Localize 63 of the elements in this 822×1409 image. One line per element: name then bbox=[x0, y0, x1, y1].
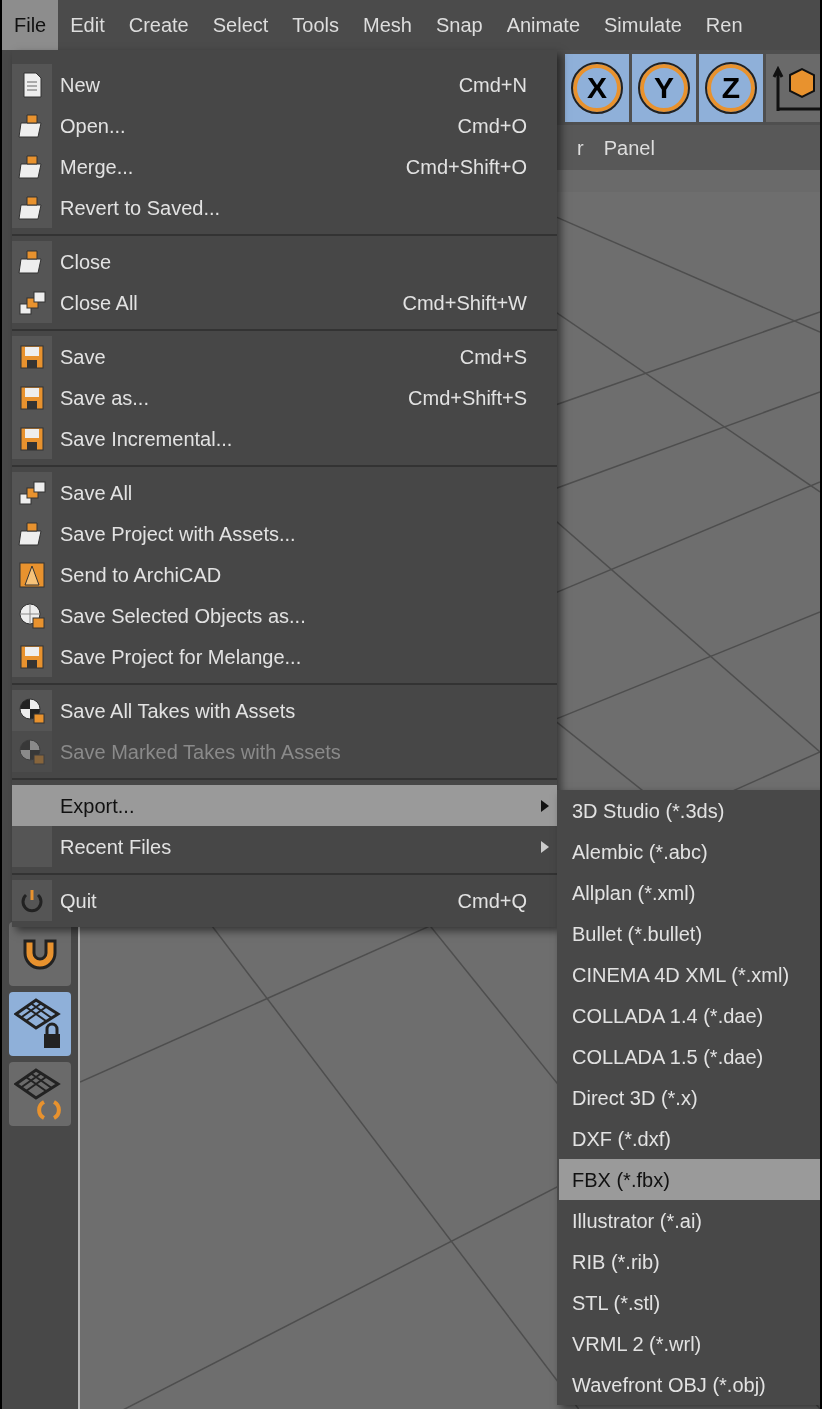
globe-icon bbox=[17, 600, 47, 631]
menu-item[interactable]: Close bbox=[12, 241, 557, 282]
menu-bar-item[interactable]: File bbox=[2, 0, 59, 50]
shortcut-label: Cmd+N bbox=[458, 72, 527, 98]
submenu-item[interactable]: Illustrator (*.ai) bbox=[559, 1200, 820, 1241]
menu-bar-item[interactable]: Tools bbox=[280, 0, 352, 50]
menu-item[interactable]: New Cmd+N bbox=[12, 64, 557, 105]
submenu-item[interactable]: DXF (*.dxf) bbox=[559, 1118, 820, 1159]
checkered-ball-icon bbox=[17, 695, 47, 726]
submenu-item[interactable]: RIB (*.rib) bbox=[559, 1241, 820, 1282]
menu-bar-item[interactable]: Simulate bbox=[592, 0, 694, 50]
axis-button[interactable]: Y bbox=[632, 53, 696, 122]
shortcut-label: Cmd+Shift+O bbox=[405, 154, 527, 180]
tool-button[interactable] bbox=[9, 992, 71, 1056]
menu-item[interactable]: Save All bbox=[12, 472, 557, 513]
shortcut-label: Cmd+Shift+S bbox=[408, 385, 527, 411]
menu-item[interactable]: Save Incremental... bbox=[12, 418, 557, 459]
menu-bar-item[interactable]: Select bbox=[200, 0, 281, 50]
menu-item[interactable]: Close All Cmd+Shift+W bbox=[12, 282, 557, 323]
submenu-item[interactable]: CINEMA 4D XML (*.xml) bbox=[559, 954, 820, 995]
submenu-item[interactable]: Allplan (*.xml) bbox=[559, 872, 820, 913]
shortcut-label: Cmd+S bbox=[459, 344, 527, 370]
menu-bar-item[interactable]: Animate bbox=[494, 0, 593, 50]
coordinate-system-button[interactable] bbox=[766, 53, 820, 122]
shortcut-label: Cmd+Q bbox=[457, 888, 527, 914]
panel-menu-item[interactable]: r bbox=[577, 132, 584, 163]
menu-item[interactable]: Quit Cmd+Q bbox=[12, 880, 557, 921]
menu-bar-item[interactable]: Ren bbox=[693, 0, 755, 50]
submenu-item[interactable]: Bullet (*.bullet) bbox=[559, 913, 820, 954]
submenu-item[interactable]: COLLADA 1.4 (*.dae) bbox=[559, 995, 820, 1036]
tool-button[interactable] bbox=[9, 1062, 71, 1126]
menu-item[interactable]: Save as... Cmd+Shift+S bbox=[12, 377, 557, 418]
menu-item[interactable]: Merge... Cmd+Shift+O bbox=[12, 146, 557, 187]
menu-item[interactable]: Send to ArchiCAD bbox=[12, 554, 557, 595]
submenu-item[interactable]: Wavefront OBJ (*.obj) bbox=[559, 1364, 820, 1405]
submenu-item[interactable]: VRML 2 (*.wrl) bbox=[559, 1323, 820, 1364]
shortcut-label: Cmd+Shift+W bbox=[402, 290, 527, 316]
menu-item[interactable]: Save Cmd+S bbox=[12, 336, 557, 377]
menu-bar-item[interactable]: Snap bbox=[423, 0, 495, 50]
shortcut-label: Cmd+O bbox=[457, 113, 527, 139]
menu-bar-item[interactable]: Edit bbox=[58, 0, 117, 50]
tool-button[interactable] bbox=[9, 922, 71, 986]
menu-item[interactable]: Export... bbox=[12, 785, 557, 826]
submenu-item[interactable]: FBX (*.fbx) bbox=[559, 1159, 820, 1200]
submenu-item[interactable]: Direct 3D (*.x) bbox=[559, 1077, 820, 1118]
menu-item[interactable]: Recent Files bbox=[12, 826, 557, 867]
menu-item[interactable]: Save Project for Melange... bbox=[12, 636, 557, 677]
menu-item[interactable]: Save Selected Objects as... bbox=[12, 595, 557, 636]
submenu-item[interactable]: COLLADA 1.5 (*.dae) bbox=[559, 1036, 820, 1077]
submenu-item[interactable]: Alembic (*.abc) bbox=[559, 831, 820, 872]
menu-item[interactable]: Open... Cmd+O bbox=[12, 105, 557, 146]
caret-icon bbox=[541, 840, 549, 853]
menu-item[interactable]: Save All Takes with Assets bbox=[12, 690, 557, 731]
caret-icon bbox=[541, 799, 549, 812]
submenu-item[interactable]: STL (*.stl) bbox=[559, 1282, 820, 1323]
submenu-item[interactable]: 3D Studio (*.3ds) bbox=[559, 790, 820, 831]
menu-bar-item[interactable]: Create bbox=[116, 0, 201, 50]
axis-button[interactable]: Z bbox=[699, 53, 763, 122]
menu-bar-item[interactable]: Mesh bbox=[351, 0, 424, 50]
axis-button[interactable]: X bbox=[565, 53, 629, 122]
panel-menu-item[interactable]: Panel bbox=[603, 132, 655, 163]
menu-item[interactable]: Save Project with Assets... bbox=[12, 513, 557, 554]
menu-item[interactable]: Revert to Saved... bbox=[12, 187, 557, 228]
